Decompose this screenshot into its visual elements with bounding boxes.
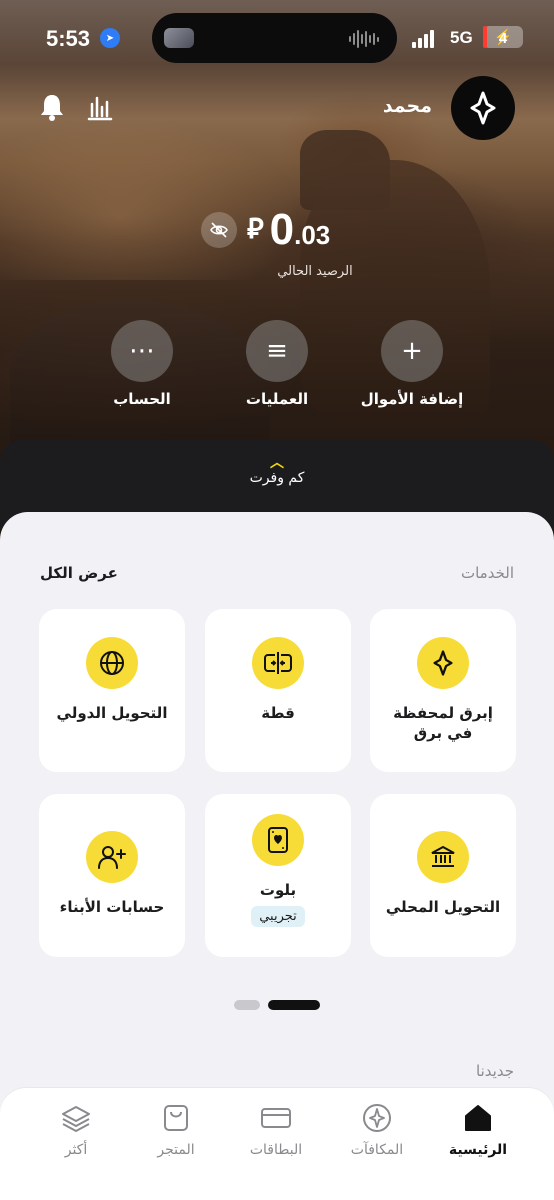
service-label: التحويل المحلي — [385, 898, 501, 916]
service-label: بلوت — [259, 881, 297, 899]
service-card-kids-accounts[interactable]: حسابات الأبناء — [39, 794, 185, 957]
hide-balance-button[interactable] — [201, 212, 237, 248]
app-logo-button[interactable] — [451, 76, 515, 140]
page-indicator[interactable] — [234, 1000, 320, 1010]
service-label: قطة — [261, 704, 295, 722]
signal-bars-icon — [412, 30, 434, 48]
list-icon: ≡ — [246, 320, 308, 382]
split-icon — [252, 637, 304, 689]
service-card-local-transfer[interactable]: التحويل المحلي — [370, 794, 516, 957]
currency-symbol: ⃁ — [247, 213, 264, 244]
audio-wave-icon — [349, 29, 379, 49]
more-dots-icon: ⋯ — [111, 320, 173, 382]
tab-home[interactable]: الرئيسية — [428, 1102, 528, 1158]
bell-icon[interactable] — [38, 92, 66, 122]
page-dot-active[interactable] — [268, 1000, 320, 1010]
view-all-link[interactable]: عرض الكل — [40, 564, 118, 582]
tab-more[interactable]: أكثر — [26, 1102, 126, 1158]
stats-icon[interactable] — [86, 94, 114, 122]
compass-icon — [361, 1102, 393, 1134]
plus-icon: + — [381, 320, 443, 382]
tab-cards[interactable]: البطاقات — [226, 1102, 326, 1158]
tab-label: المتجر — [157, 1142, 195, 1158]
account-button[interactable]: ⋯ الحساب — [77, 320, 207, 408]
playing-card-icon — [252, 814, 304, 866]
battery-level: 4 ⚡ — [493, 29, 513, 47]
tab-bar: الرئيسية المكافآت البطاقات المتجر أكثر — [0, 1088, 554, 1200]
network-type: 5G — [450, 28, 473, 47]
balance-amount: ⃁ 0.03 — [247, 205, 330, 255]
transactions-label: العمليات — [245, 390, 309, 408]
eye-off-icon — [210, 222, 228, 238]
chevron-up-icon: ︿ — [270, 455, 284, 471]
layers-icon — [60, 1102, 92, 1134]
tab-label: الرئيسية — [448, 1142, 508, 1158]
balance-label: الرصيد الحالي — [277, 264, 353, 279]
service-card-barq-wallet[interactable]: إبرق لمحفظة في برق — [370, 609, 516, 772]
new-section-title: جديدنا — [476, 1062, 514, 1080]
service-card-international-transfer[interactable]: التحويل الدولي — [39, 609, 185, 772]
balance-integer: 0 — [269, 205, 295, 254]
service-card-split[interactable]: قطة — [205, 609, 351, 772]
add-funds-label: إضافة الأموال — [360, 390, 464, 408]
bag-icon — [160, 1102, 192, 1134]
balance-decimal: .03 — [294, 220, 331, 250]
user-name[interactable]: محمد — [383, 95, 432, 117]
tab-label: المكافآت — [350, 1142, 404, 1158]
service-label: التحويل الدولي — [56, 704, 168, 722]
account-label: الحساب — [113, 390, 171, 408]
now-playing-thumbnail — [164, 28, 194, 48]
page-dot[interactable] — [234, 1000, 260, 1010]
beta-badge: تجريبي — [251, 906, 305, 927]
add-user-icon — [86, 831, 138, 883]
service-label: إبرق لمحفظة في برق — [393, 704, 493, 742]
battery-icon: 4 ⚡ — [483, 26, 523, 48]
transactions-button[interactable]: ≡ العمليات — [212, 320, 342, 408]
services-title: الخدمات — [460, 564, 514, 582]
service-label: حسابات الأبناء — [59, 898, 165, 916]
location-arrow-icon: ➤ — [100, 28, 120, 48]
globe-icon — [86, 637, 138, 689]
tab-label: البطاقات — [249, 1142, 303, 1158]
add-funds-button[interactable]: + إضافة الأموال — [347, 320, 477, 408]
sparkle-icon — [417, 637, 469, 689]
tab-label: أكثر — [64, 1142, 88, 1158]
dynamic-island — [152, 13, 397, 63]
tab-rewards[interactable]: المكافآت — [327, 1102, 427, 1158]
sparkle-icon — [470, 91, 496, 125]
status-bar: 5:53 ➤ 5G 4 ⚡ — [0, 0, 554, 76]
status-time: 5:53 — [46, 26, 91, 51]
home-icon — [462, 1102, 494, 1134]
savings-label: كم وفرت — [249, 470, 305, 486]
card-icon — [260, 1102, 292, 1134]
bank-icon — [417, 831, 469, 883]
tab-store[interactable]: المتجر — [126, 1102, 226, 1158]
service-card-baloot[interactable]: بلوت تجريبي — [205, 794, 351, 957]
